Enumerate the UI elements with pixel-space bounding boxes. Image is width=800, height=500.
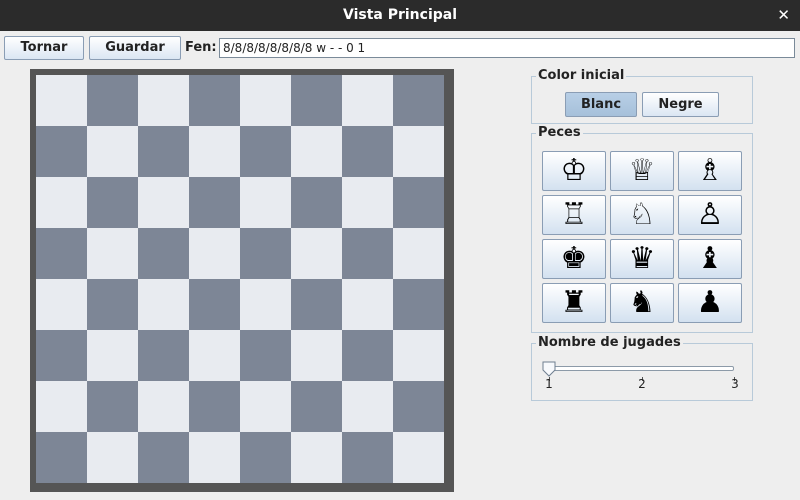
board-square[interactable] — [36, 330, 87, 381]
black-king-button[interactable]: ♚ — [542, 239, 606, 279]
board-square[interactable] — [240, 75, 291, 126]
slider-label-mid: 2 — [638, 377, 646, 391]
board-square[interactable] — [87, 75, 138, 126]
board-square[interactable] — [36, 228, 87, 279]
board-square[interactable] — [291, 75, 342, 126]
back-button[interactable]: Tornar — [4, 36, 84, 60]
white-color-button[interactable]: Blanc — [565, 92, 637, 117]
board-square[interactable] — [189, 228, 240, 279]
board-square[interactable] — [138, 177, 189, 228]
black-queen-button[interactable]: ♛ — [610, 239, 674, 279]
title-bar: Vista Principal ✕ — [0, 0, 800, 31]
board-square[interactable] — [138, 75, 189, 126]
board-square[interactable] — [240, 126, 291, 177]
board-square[interactable] — [138, 126, 189, 177]
board-square[interactable] — [393, 75, 444, 126]
board-square[interactable] — [393, 330, 444, 381]
board-square[interactable] — [138, 330, 189, 381]
board-square[interactable] — [138, 228, 189, 279]
board-square[interactable] — [342, 126, 393, 177]
board-square[interactable] — [189, 75, 240, 126]
board-square[interactable] — [189, 279, 240, 330]
board-grid — [36, 75, 444, 483]
board-square[interactable] — [87, 177, 138, 228]
board-square[interactable] — [138, 381, 189, 432]
board-square[interactable] — [342, 75, 393, 126]
board-square[interactable] — [342, 279, 393, 330]
white-queen-button[interactable]: ♕ — [610, 151, 674, 191]
save-button[interactable]: Guardar — [89, 36, 181, 60]
board-square[interactable] — [291, 279, 342, 330]
black-bishop-button[interactable]: ♝ — [678, 239, 742, 279]
board-square[interactable] — [36, 381, 87, 432]
initial-color-title: Color inicial — [536, 68, 627, 83]
moves-group: Nombre de jugades 1 2 3 — [531, 335, 753, 401]
board-square[interactable] — [240, 432, 291, 483]
board-square[interactable] — [36, 279, 87, 330]
board-square[interactable] — [342, 381, 393, 432]
board-square[interactable] — [87, 279, 138, 330]
board-square[interactable] — [291, 330, 342, 381]
board-square[interactable] — [36, 75, 87, 126]
slider-label-max: 3 — [731, 377, 739, 391]
black-knight-button[interactable]: ♞ — [610, 283, 674, 323]
board-square[interactable] — [87, 126, 138, 177]
board-square[interactable] — [393, 381, 444, 432]
pieces-group: Peces ♔ ♕ ♗ ♖ ♘ ♙ ♚ ♛ ♝ ♜ ♞ ♟ — [531, 125, 753, 333]
board-square[interactable] — [189, 177, 240, 228]
board-square[interactable] — [342, 330, 393, 381]
board-square[interactable] — [36, 126, 87, 177]
black-rook-button[interactable]: ♜ — [542, 283, 606, 323]
board-square[interactable] — [36, 177, 87, 228]
board-square[interactable] — [240, 330, 291, 381]
board-square[interactable] — [240, 228, 291, 279]
board-square[interactable] — [138, 432, 189, 483]
board-square[interactable] — [189, 432, 240, 483]
board-square[interactable] — [291, 432, 342, 483]
white-bishop-button[interactable]: ♗ — [678, 151, 742, 191]
moves-title: Nombre de jugades — [536, 335, 683, 350]
board-square[interactable] — [87, 432, 138, 483]
board-square[interactable] — [291, 177, 342, 228]
black-pawn-button[interactable]: ♟ — [678, 283, 742, 323]
board-square[interactable] — [342, 177, 393, 228]
white-rook-button[interactable]: ♖ — [542, 195, 606, 235]
board-square[interactable] — [189, 381, 240, 432]
board-square[interactable] — [291, 381, 342, 432]
board-square[interactable] — [189, 126, 240, 177]
moves-slider-track[interactable] — [549, 366, 734, 371]
white-king-button[interactable]: ♔ — [542, 151, 606, 191]
fen-input[interactable] — [219, 38, 795, 58]
board-square[interactable] — [87, 330, 138, 381]
board-square[interactable] — [240, 279, 291, 330]
board-square[interactable] — [36, 432, 87, 483]
board-square[interactable] — [393, 432, 444, 483]
board-square[interactable] — [138, 279, 189, 330]
moves-slider-thumb[interactable] — [542, 361, 556, 377]
slider-label-min: 1 — [545, 377, 553, 391]
board-square[interactable] — [342, 432, 393, 483]
board-square[interactable] — [240, 381, 291, 432]
black-color-button[interactable]: Negre — [642, 92, 719, 117]
pieces-title: Peces — [536, 125, 583, 140]
window-title: Vista Principal — [342, 7, 458, 23]
board-square[interactable] — [342, 228, 393, 279]
white-pawn-button[interactable]: ♙ — [678, 195, 742, 235]
white-knight-button[interactable]: ♘ — [610, 195, 674, 235]
chessboard — [30, 69, 454, 492]
board-square[interactable] — [291, 228, 342, 279]
fen-label: Fen: — [185, 40, 217, 55]
board-square[interactable] — [240, 177, 291, 228]
board-square[interactable] — [393, 228, 444, 279]
board-square[interactable] — [189, 330, 240, 381]
board-square[interactable] — [393, 126, 444, 177]
board-square[interactable] — [393, 177, 444, 228]
board-square[interactable] — [291, 126, 342, 177]
initial-color-group: Color inicial Blanc Negre — [531, 68, 753, 124]
board-square[interactable] — [87, 228, 138, 279]
board-square[interactable] — [393, 279, 444, 330]
close-icon[interactable]: ✕ — [777, 0, 790, 31]
board-square[interactable] — [87, 381, 138, 432]
